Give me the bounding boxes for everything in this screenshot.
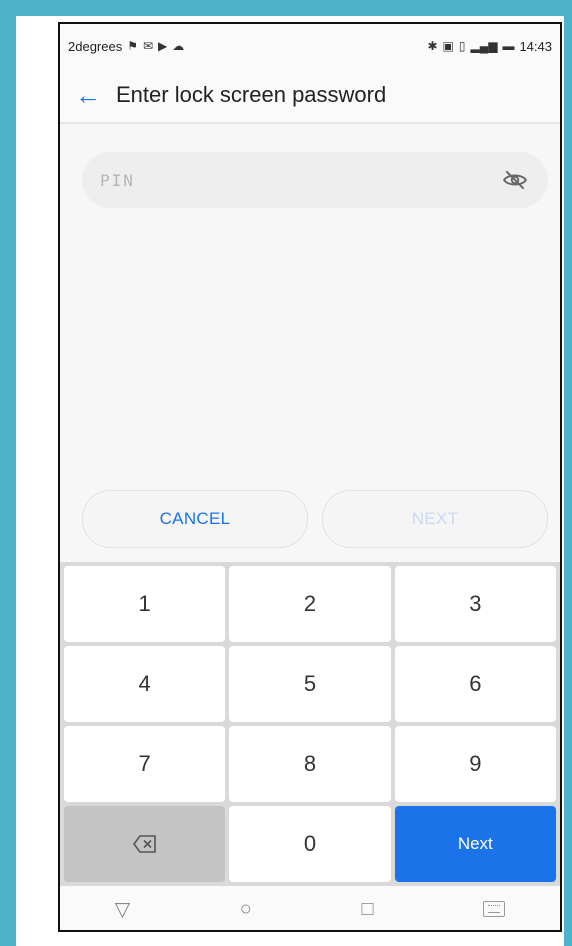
notification-icon: ⚑	[127, 39, 138, 53]
status-left: 2degrees ⚑ ✉ ▶ ☁	[68, 39, 184, 54]
pin-field[interactable]	[82, 152, 548, 208]
keypad-next-button[interactable]: Next	[394, 806, 556, 882]
cancel-button[interactable]: CANCEL	[82, 490, 308, 548]
key-2[interactable]: 2	[229, 566, 391, 642]
key-1[interactable]: 1	[64, 566, 226, 642]
action-buttons: CANCEL NEXT	[82, 490, 548, 548]
clock: 14:43	[519, 38, 552, 54]
eye-off-icon[interactable]	[500, 165, 530, 195]
backspace-icon	[132, 835, 156, 853]
keyboard-icon[interactable]	[483, 901, 506, 917]
nfc-icon: ▣	[442, 39, 454, 53]
frame-strip	[16, 16, 564, 20]
message-icon: ✉	[142, 39, 154, 53]
back-triangle-icon[interactable]: ▽	[115, 897, 130, 922]
key-5[interactable]: 5	[229, 646, 391, 722]
recents-square-icon[interactable]: □	[361, 898, 373, 921]
vibrate-icon: ▯	[458, 39, 466, 53]
navigation-bar: ▽ ○ □	[60, 886, 560, 930]
cloud-icon: ☁	[172, 39, 185, 53]
app-bar: ← Enter lock screen password	[60, 68, 560, 124]
key-3[interactable]: 3	[394, 566, 556, 642]
battery-icon: ▬	[502, 39, 515, 53]
frame-background-right	[564, 0, 572, 946]
play-icon: ▶	[158, 39, 168, 53]
phone-screen: 2degrees ⚑ ✉ ▶ ☁ ✱ ▣ ▯ ▂▄▆ ▬ 14:43 ← Ent…	[58, 22, 562, 932]
numeric-keypad: 1 2 3 4 5 6 7 8 9 0 Next	[60, 562, 560, 886]
signal-icon: ▂▄▆	[470, 39, 498, 53]
key-6[interactable]: 6	[394, 646, 556, 722]
delete-key[interactable]	[64, 806, 226, 882]
home-circle-icon[interactable]: ○	[240, 898, 252, 921]
status-right: ✱ ▣ ▯ ▂▄▆ ▬ 14:43	[427, 39, 552, 54]
key-8[interactable]: 8	[229, 726, 391, 802]
page-title: Enter lock screen password	[116, 82, 387, 107]
arrow-left-icon[interactable]: ←	[60, 67, 116, 123]
key-4[interactable]: 4	[64, 646, 226, 722]
key-0[interactable]: 0	[229, 806, 391, 882]
pin-input[interactable]	[100, 170, 500, 190]
key-7[interactable]: 7	[64, 726, 226, 802]
next-button[interactable]: NEXT	[322, 490, 548, 548]
frame-background-left	[0, 0, 16, 946]
key-9[interactable]: 9	[394, 726, 556, 802]
status-bar: 2degrees ⚑ ✉ ▶ ☁ ✱ ▣ ▯ ▂▄▆ ▬ 14:43	[60, 24, 560, 68]
carrier-name: 2degrees	[68, 38, 123, 54]
bluetooth-icon: ✱	[427, 39, 438, 53]
frame-background-top	[0, 0, 572, 16]
